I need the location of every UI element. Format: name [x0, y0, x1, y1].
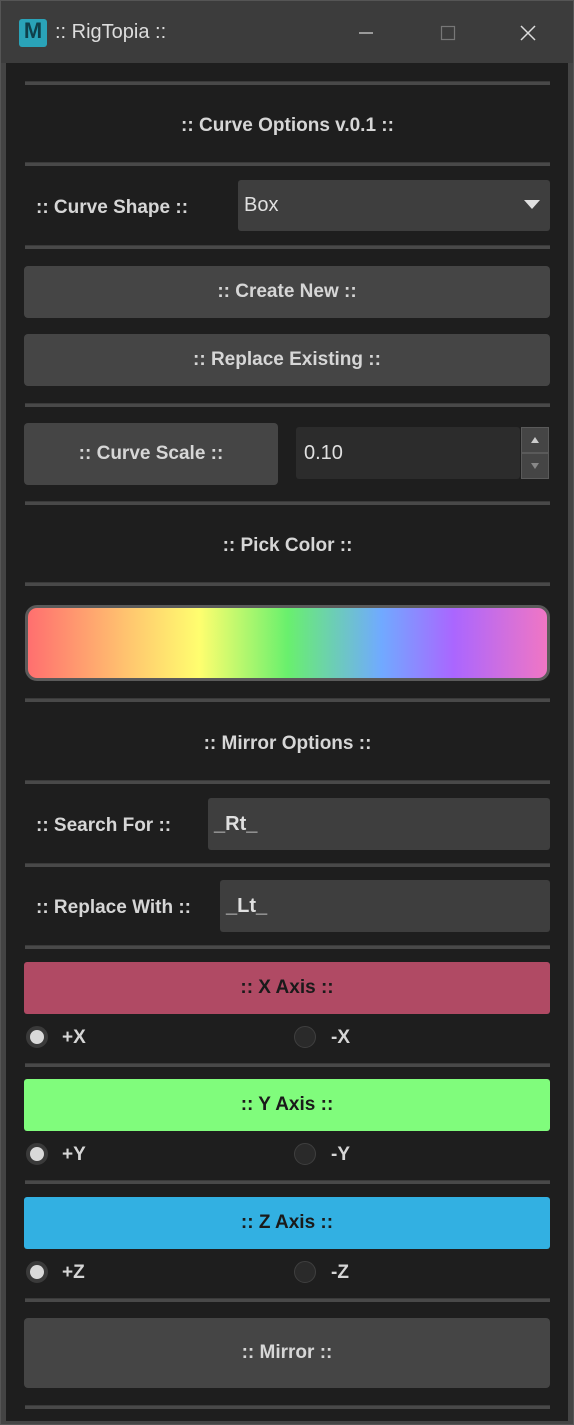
radio-minus-y[interactable]	[294, 1143, 316, 1165]
replace-with-label: :: Replace With ::	[36, 897, 191, 918]
radio-plus-z-label: +Z	[62, 1262, 85, 1283]
curve-shape-selected: Box	[244, 194, 279, 216]
separator	[25, 1405, 550, 1409]
separator	[25, 582, 550, 586]
separator	[25, 403, 550, 407]
separator	[25, 1298, 550, 1302]
separator	[25, 245, 550, 249]
radio-minus-x-label: -X	[331, 1027, 350, 1048]
separator	[25, 81, 550, 85]
z-axis-button[interactable]: :: Z Axis ::	[24, 1197, 550, 1249]
radio-minus-z-label: -Z	[331, 1262, 349, 1283]
radio-minus-z[interactable]	[294, 1261, 316, 1283]
curve-shape-dropdown[interactable]: Box	[238, 180, 550, 231]
arrow-down-icon	[531, 463, 539, 469]
mirror-options-heading: :: Mirror Options ::	[203, 733, 372, 754]
curve-scale-input[interactable]: 0.10	[296, 427, 520, 479]
maximize-icon	[440, 25, 456, 41]
title-bar[interactable]: M :: RigTopia ::	[1, 1, 573, 63]
curve-scale-value: 0.10	[304, 441, 343, 464]
separator	[25, 698, 550, 702]
minimize-icon	[359, 32, 373, 34]
spin-up-button[interactable]	[521, 427, 549, 453]
rigtopia-window: M :: RigTopia :: :: Curve Options v.0.1 …	[0, 0, 574, 1425]
spin-down-button[interactable]	[521, 453, 549, 479]
color-picker-gradient[interactable]	[25, 605, 550, 681]
radio-plus-x[interactable]	[26, 1026, 48, 1048]
separator	[25, 945, 550, 949]
replace-with-input[interactable]: _Lt_	[220, 880, 550, 932]
pick-color-heading: :: Pick Color ::	[222, 535, 353, 556]
radio-plus-y-label: +Y	[62, 1144, 86, 1165]
separator	[25, 162, 550, 166]
separator	[25, 1063, 550, 1067]
separator	[25, 780, 550, 784]
radio-plus-y[interactable]	[26, 1143, 48, 1165]
separator	[25, 501, 550, 505]
replace-existing-button[interactable]: :: Replace Existing ::	[24, 334, 550, 386]
content-panel: :: Curve Options v.0.1 :: :: Curve Shape…	[6, 63, 568, 1421]
curve-options-heading: :: Curve Options v.0.1 ::	[181, 115, 394, 136]
separator	[25, 1180, 550, 1184]
search-for-label: :: Search For ::	[36, 815, 172, 836]
x-axis-button[interactable]: :: X Axis ::	[24, 962, 550, 1014]
y-axis-button[interactable]: :: Y Axis ::	[24, 1079, 550, 1131]
search-for-input[interactable]: _Rt_	[208, 798, 550, 850]
curve-shape-label: :: Curve Shape ::	[36, 197, 189, 218]
chevron-down-icon	[524, 200, 540, 209]
window-title: :: RigTopia ::	[55, 21, 167, 43]
close-button[interactable]	[505, 15, 551, 51]
minimize-button[interactable]	[343, 15, 389, 51]
separator	[25, 863, 550, 867]
radio-plus-z[interactable]	[26, 1261, 48, 1283]
create-new-button[interactable]: :: Create New ::	[24, 266, 550, 318]
close-icon	[520, 25, 536, 41]
curve-scale-button[interactable]: :: Curve Scale ::	[24, 423, 278, 485]
radio-plus-x-label: +X	[62, 1027, 86, 1048]
replace-with-value: _Lt_	[226, 894, 268, 917]
radio-minus-y-label: -Y	[331, 1144, 350, 1165]
search-for-value: _Rt_	[214, 812, 258, 835]
maximize-button[interactable]	[425, 15, 471, 51]
mirror-button[interactable]: :: Mirror ::	[24, 1318, 550, 1388]
maya-app-icon: M	[19, 18, 47, 47]
arrow-up-icon	[531, 437, 539, 443]
radio-minus-x[interactable]	[294, 1026, 316, 1048]
